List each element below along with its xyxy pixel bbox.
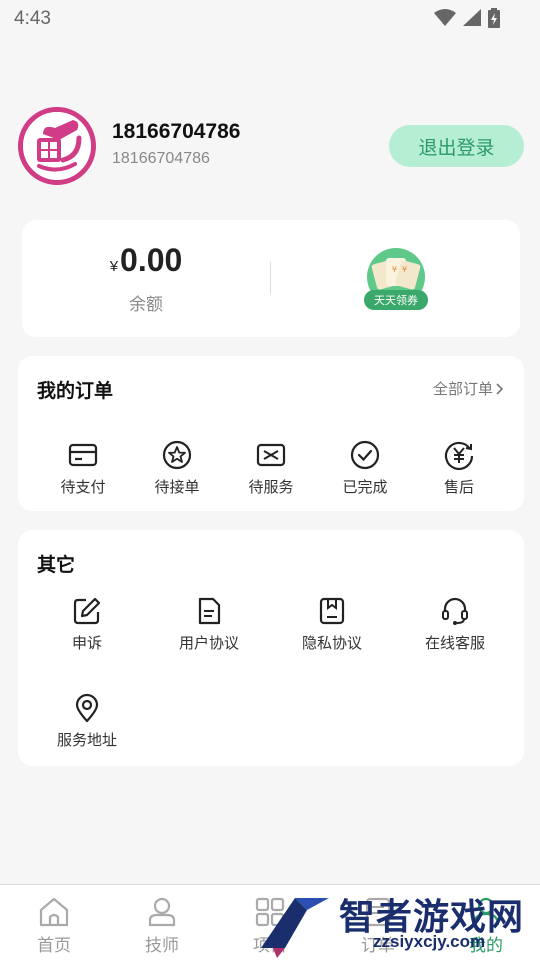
coupon-icon: ¥ ¥ [371,258,421,290]
balance-amount[interactable]: ¥0.00 [22,242,270,279]
currency-symbol: ¥ [109,258,119,275]
other-card: 其它 申诉 用户协议 隐私协议 在线客服 服务地址 [18,530,524,766]
order-after-sales[interactable]: 售后 [419,440,499,497]
user-name: 18166704786 [112,120,241,143]
logout-button[interactable]: 退出登录 [389,125,524,167]
order-label: 待服务 [248,478,294,496]
order-pending-service[interactable]: 待服务 [231,440,311,497]
other-label: 隐私协议 [301,634,362,652]
yen-refresh-icon [444,441,474,470]
other-label: 用户协议 [178,634,239,652]
wifi-icon [434,9,456,26]
ticket-icon [256,443,286,467]
balance-label: 余额 [129,295,163,315]
chevron-right-icon [496,382,504,395]
signal-icon [463,9,481,26]
nav-home[interactable]: 首页 [14,895,94,956]
daily-coupon-button[interactable]: ¥ ¥ 天天领券 [364,246,428,310]
coupon-label: 天天领券 [364,290,428,310]
headset-icon [442,597,468,625]
other-label: 服务地址 [56,731,117,749]
balance-value: 0.00 [120,242,183,278]
other-label: 申诉 [71,634,102,652]
card-icon [68,443,98,467]
user-agreement-item[interactable]: 用户协议 [149,596,269,653]
divider [270,262,271,294]
privacy-icon [319,597,345,625]
order-pending-accept[interactable]: 待接单 [137,440,217,497]
all-orders-label: 全部订单 [432,380,493,398]
status-icons [434,8,500,28]
status-time: 4:43 [14,8,51,29]
order-label: 已完成 [342,478,388,496]
nav-label: 技师 [145,936,179,956]
privacy-agreement-item[interactable]: 隐私协议 [272,596,392,653]
status-bar: 4:43 [0,0,540,36]
document-icon [198,597,221,625]
edit-icon [73,597,101,625]
nav-technician[interactable]: 技师 [122,895,202,956]
avatar[interactable] [18,107,96,185]
other-title: 其它 [37,554,76,576]
watermark-url: zzsiyxcjy.com [373,932,486,951]
nav-label: 首页 [37,936,71,956]
svg-text:¥: ¥ [392,265,397,274]
battery-icon [488,8,500,28]
location-icon [75,693,99,723]
order-label: 待接单 [154,478,200,496]
order-label: 售后 [443,478,474,496]
order-completed[interactable]: 已完成 [325,440,405,497]
check-circle-icon [350,440,380,470]
balance-card: ¥0.00 余额 ¥ ¥ 天天领券 [22,220,520,337]
orders-title: 我的订单 [37,380,114,402]
online-support-item[interactable]: 在线客服 [395,596,515,653]
watermark-logo-icon [261,898,329,958]
user-phone: 18166704786 [112,150,210,167]
service-address-item[interactable]: 服务地址 [27,693,147,750]
home-icon [39,897,69,927]
avatar-logo-icon [23,112,91,180]
watermark: 智者游戏网 zzsiyxcjy.com [255,888,540,960]
svg-text:¥: ¥ [402,265,407,274]
technician-icon [148,897,176,927]
other-label: 在线客服 [424,634,485,652]
order-pending-payment[interactable]: 待支付 [43,440,123,497]
appeal-item[interactable]: 申诉 [27,596,147,653]
order-label: 待支付 [60,478,106,496]
my-orders-card: 我的订单 全部订单 待支付 待接单 待服务 已完成 售后 [18,356,524,511]
star-badge-icon [162,440,192,470]
all-orders-link[interactable]: 全部订单 [433,378,504,399]
